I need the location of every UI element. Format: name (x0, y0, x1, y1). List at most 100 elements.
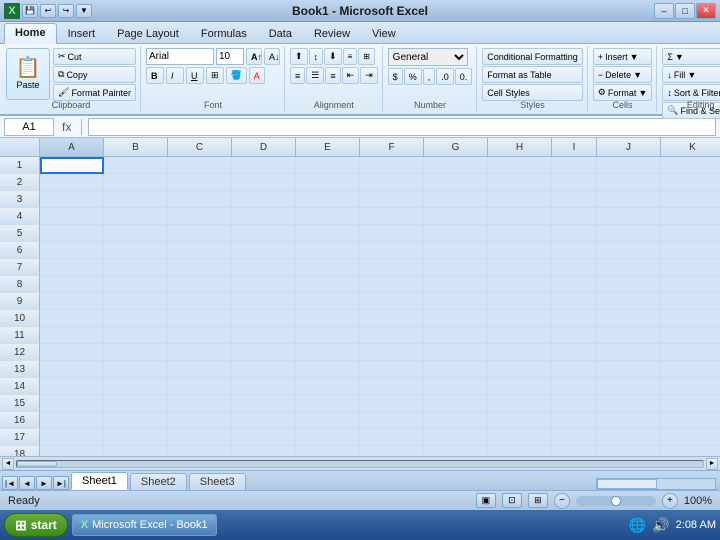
row-header-18[interactable]: 18 (0, 446, 40, 456)
row-header-17[interactable]: 17 (0, 429, 40, 446)
row-header-2[interactable]: 2 (0, 174, 40, 191)
delete-btn[interactable]: − Delete ▼ (593, 66, 653, 83)
cell-F9[interactable] (360, 293, 424, 310)
cell-I15[interactable] (552, 395, 597, 412)
cell-D18[interactable] (232, 446, 296, 456)
font-name-input[interactable] (146, 48, 214, 65)
fill-btn-edit[interactable]: ↓ Fill ▼ (662, 66, 720, 83)
cell-D10[interactable] (232, 310, 296, 327)
cell-K3[interactable] (661, 191, 720, 208)
currency-btn[interactable]: $ (388, 68, 403, 85)
cell-J15[interactable] (597, 395, 661, 412)
row-header-9[interactable]: 9 (0, 293, 40, 310)
cell-B13[interactable] (104, 361, 168, 378)
decrease-indent-btn[interactable]: ⇤ (342, 67, 360, 84)
cell-A12[interactable] (40, 344, 104, 361)
cell-G9[interactable] (424, 293, 488, 310)
cell-B18[interactable] (104, 446, 168, 456)
cell-A16[interactable] (40, 412, 104, 429)
cell-A18[interactable] (40, 446, 104, 456)
cell-F14[interactable] (360, 378, 424, 395)
page-layout-view-btn[interactable]: ⊡ (502, 493, 522, 508)
row-header-6[interactable]: 6 (0, 242, 40, 259)
cell-A9[interactable] (40, 293, 104, 310)
cell-G15[interactable] (424, 395, 488, 412)
paste-button[interactable]: 📋 Paste (6, 48, 50, 100)
cell-A7[interactable] (40, 259, 104, 276)
cell-I9[interactable] (552, 293, 597, 310)
row-header-1[interactable]: 1 (0, 157, 40, 174)
cell-F8[interactable] (360, 276, 424, 293)
cell-J7[interactable] (597, 259, 661, 276)
restore-btn[interactable]: □ (675, 3, 695, 19)
cell-C13[interactable] (168, 361, 232, 378)
cell-C4[interactable] (168, 208, 232, 225)
zoom-bar[interactable] (576, 496, 656, 506)
cell-E2[interactable] (296, 174, 360, 191)
cell-C17[interactable] (168, 429, 232, 446)
font-grow-btn[interactable]: A↑ (246, 48, 262, 65)
cell-E15[interactable] (296, 395, 360, 412)
tab-page-layout[interactable]: Page Layout (106, 24, 190, 43)
row-header-14[interactable]: 14 (0, 378, 40, 395)
cell-J17[interactable] (597, 429, 661, 446)
row-header-7[interactable]: 7 (0, 259, 40, 276)
cell-C11[interactable] (168, 327, 232, 344)
cell-K6[interactable] (661, 242, 720, 259)
cell-I14[interactable] (552, 378, 597, 395)
number-format-select[interactable]: General (388, 48, 468, 66)
undo-btn[interactable]: ↩ (40, 4, 56, 18)
cell-K15[interactable] (661, 395, 720, 412)
align-center-btn[interactable]: ☰ (306, 67, 324, 84)
cell-K9[interactable] (661, 293, 720, 310)
cell-E11[interactable] (296, 327, 360, 344)
col-header-c[interactable]: C (168, 138, 232, 156)
cell-H6[interactable] (488, 242, 552, 259)
cell-D1[interactable] (232, 157, 296, 174)
taskbar-excel-item[interactable]: X Microsoft Excel - Book1 (72, 514, 217, 536)
sort-filter-btn[interactable]: ↕ Sort & Filter (662, 84, 720, 101)
scroll-thumb-h[interactable] (17, 461, 57, 467)
cell-E8[interactable] (296, 276, 360, 293)
page-break-view-btn[interactable]: ⊞ (528, 493, 548, 508)
cell-C5[interactable] (168, 225, 232, 242)
cell-J5[interactable] (597, 225, 661, 242)
cell-C9[interactable] (168, 293, 232, 310)
cell-I1[interactable] (552, 157, 597, 174)
cell-A10[interactable] (40, 310, 104, 327)
start-button[interactable]: ⊞ start (4, 513, 68, 537)
comma-btn[interactable]: , (423, 68, 436, 85)
cell-I12[interactable] (552, 344, 597, 361)
cell-G18[interactable] (424, 446, 488, 456)
cell-B5[interactable] (104, 225, 168, 242)
cell-D8[interactable] (232, 276, 296, 293)
cell-D6[interactable] (232, 242, 296, 259)
cell-I16[interactable] (552, 412, 597, 429)
cell-A11[interactable] (40, 327, 104, 344)
cell-J13[interactable] (597, 361, 661, 378)
cell-B10[interactable] (104, 310, 168, 327)
row-header-3[interactable]: 3 (0, 191, 40, 208)
cell-K11[interactable] (661, 327, 720, 344)
cell-I5[interactable] (552, 225, 597, 242)
cell-G2[interactable] (424, 174, 488, 191)
cell-E17[interactable] (296, 429, 360, 446)
cell-A8[interactable] (40, 276, 104, 293)
cell-F13[interactable] (360, 361, 424, 378)
cell-K10[interactable] (661, 310, 720, 327)
cell-I18[interactable] (552, 446, 597, 456)
cell-D12[interactable] (232, 344, 296, 361)
cell-J11[interactable] (597, 327, 661, 344)
increase-decimal-btn[interactable]: .0 (436, 68, 454, 85)
cell-C6[interactable] (168, 242, 232, 259)
tab-data[interactable]: Data (258, 24, 303, 43)
cell-D7[interactable] (232, 259, 296, 276)
col-header-b[interactable]: B (104, 138, 168, 156)
cell-G4[interactable] (424, 208, 488, 225)
cell-K17[interactable] (661, 429, 720, 446)
cell-D9[interactable] (232, 293, 296, 310)
col-header-e[interactable]: E (296, 138, 360, 156)
cell-F7[interactable] (360, 259, 424, 276)
cell-J18[interactable] (597, 446, 661, 456)
cell-F15[interactable] (360, 395, 424, 412)
